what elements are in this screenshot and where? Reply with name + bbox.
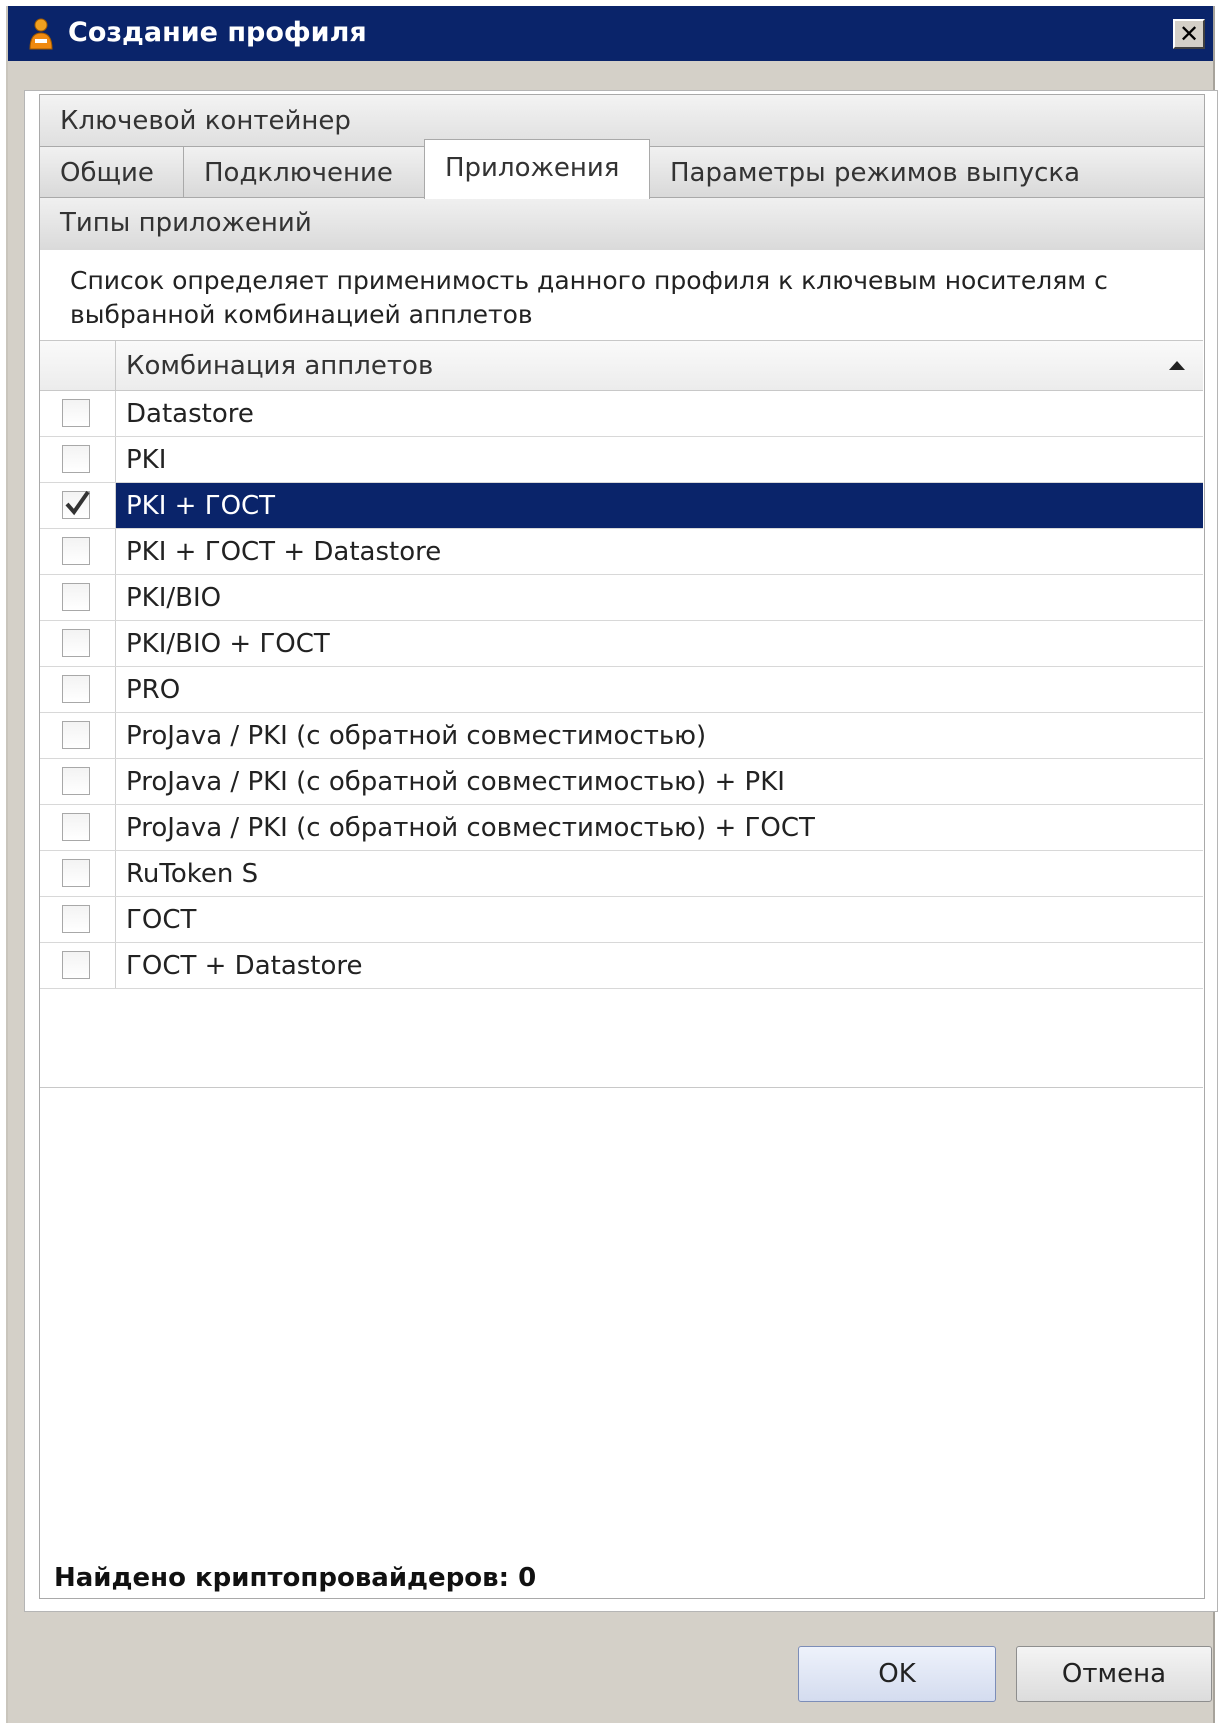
checkbox-cell: [40, 529, 116, 574]
row-checkbox[interactable]: [62, 399, 90, 427]
applets-grid: Комбинация апплетов Datastore PKI PKI + ГО…: [40, 340, 1203, 1088]
checkbox-cell: [40, 437, 116, 482]
close-icon: ✕: [1178, 20, 1200, 48]
sort-ascending-icon: [1169, 361, 1185, 370]
table-row[interactable]: PRO: [40, 667, 1203, 713]
table-row[interactable]: PKI: [40, 437, 1203, 483]
row-checkbox[interactable]: [62, 905, 90, 933]
row-checkbox[interactable]: [62, 583, 90, 611]
group-header-app-types: Типы приложений: [40, 198, 1204, 250]
row-label: PKI + ГОСТ: [126, 491, 276, 521]
checkbox-cell: [40, 391, 116, 436]
checkbox-cell: [40, 483, 116, 528]
row-label: PKI/BIO + ГОСТ: [126, 629, 330, 659]
row-label: ProJava / PKI (с обратной совместимостью…: [126, 767, 785, 797]
table-row[interactable]: ГОСТ + Datastore: [40, 943, 1203, 989]
found-providers-count: Найдено криптопровайдеров: 0: [54, 1563, 537, 1593]
table-row[interactable]: ГОСТ: [40, 897, 1203, 943]
checkmark-icon: [65, 490, 90, 516]
tab-applications[interactable]: Приложения: [424, 139, 650, 199]
row-checkbox[interactable]: [62, 490, 90, 519]
row-label: PKI: [126, 445, 167, 475]
table-row[interactable]: ProJava / PKI (с обратной совместимостью…: [40, 805, 1203, 851]
row-checkbox[interactable]: [62, 675, 90, 703]
checkbox-cell: [40, 621, 116, 666]
checkbox-cell: [40, 897, 116, 942]
checkbox-cell: [40, 759, 116, 804]
table-row[interactable]: RuToken S: [40, 851, 1203, 897]
cancel-button[interactable]: Отмена: [1016, 1646, 1212, 1702]
row-label: PRO: [126, 675, 181, 705]
row-checkbox[interactable]: [62, 951, 90, 979]
tab-general[interactable]: Общие: [39, 146, 184, 198]
checkbox-cell: [40, 943, 116, 988]
close-button[interactable]: ✕: [1173, 19, 1205, 49]
table-row[interactable]: ProJava / PKI (с обратной совместимостью…: [40, 713, 1203, 759]
row-label: RuToken S: [126, 859, 259, 889]
applications-panel: Типы приложений Список определяет примен…: [39, 197, 1205, 1599]
checkbox-cell: [40, 713, 116, 758]
row-checkbox[interactable]: [62, 813, 90, 841]
row-label: ГОСТ: [126, 905, 197, 935]
row-label: ProJava / PKI (с обратной совместимостью…: [126, 721, 707, 751]
ok-button[interactable]: OK: [798, 1646, 996, 1702]
row-label: PKI + ГОСТ + Datastore: [126, 537, 442, 567]
checkbox-cell: [40, 851, 116, 896]
row-label: ГОСТ + Datastore: [126, 951, 363, 981]
dialog-window: Создание профиля ✕ Ключевой контейнер Об…: [6, 6, 1218, 1723]
table-row[interactable]: ProJava / PKI (с обратной совместимостью…: [40, 759, 1203, 805]
tab-issue-mode-params[interactable]: Параметры режимов выпуска: [649, 146, 1205, 198]
row-checkbox[interactable]: [62, 721, 90, 749]
dialog-content: Ключевой контейнер Общие Подключение При…: [24, 90, 1218, 1612]
checkbox-cell: [40, 575, 116, 620]
row-checkbox[interactable]: [62, 629, 90, 657]
title-bar: Создание профиля ✕: [8, 6, 1213, 61]
row-checkbox[interactable]: [62, 445, 90, 473]
window-title: Создание профиля: [68, 17, 367, 48]
row-label: Datastore: [126, 399, 254, 429]
tab-connection[interactable]: Подключение: [183, 146, 425, 198]
row-checkbox[interactable]: [62, 537, 90, 565]
checkbox-cell: [40, 805, 116, 850]
grid-header: Комбинация апплетов: [40, 341, 1203, 391]
checkbox-column-header: [40, 341, 116, 390]
row-label: ProJava / PKI (с обратной совместимостью…: [126, 813, 815, 843]
app-person-icon: [26, 17, 56, 51]
table-row[interactable]: PKI + ГОСТ: [40, 483, 1203, 529]
row-checkbox[interactable]: [62, 767, 90, 795]
panel-description: Список определяет применимость данного п…: [70, 266, 1108, 329]
column-header-applet-combination[interactable]: Комбинация апплетов: [126, 341, 433, 391]
table-row[interactable]: PKI/BIO: [40, 575, 1203, 621]
row-checkbox[interactable]: [62, 859, 90, 887]
row-label: PKI/BIO: [126, 583, 222, 613]
table-row[interactable]: Datastore: [40, 391, 1203, 437]
checkbox-cell: [40, 667, 116, 712]
table-row[interactable]: PKI + ГОСТ + Datastore: [40, 529, 1203, 575]
table-row[interactable]: PKI/BIO + ГОСТ: [40, 621, 1203, 667]
